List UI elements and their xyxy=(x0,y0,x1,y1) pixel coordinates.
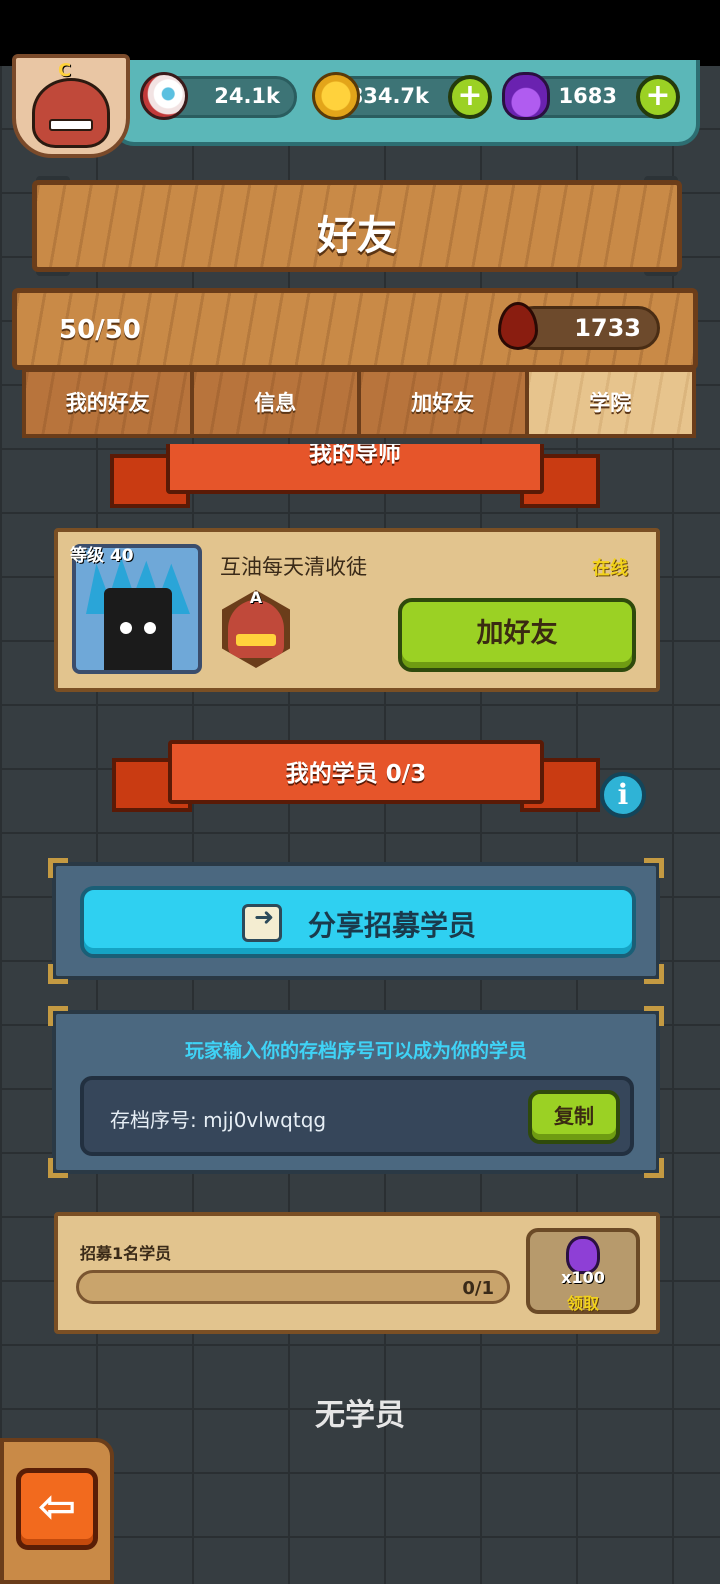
students-section-title: 我的学员 0/3 xyxy=(285,761,427,787)
share-icon xyxy=(242,903,282,942)
blood-value: 1733 xyxy=(574,314,641,342)
task-progress-text: 0/1 xyxy=(462,1278,494,1299)
save-code-hint: 玩家输入你的存档序号可以成为你的学员 xyxy=(184,1040,527,1062)
tab-academy[interactable]: 学院 xyxy=(524,368,696,438)
add-friend-button[interactable]: 加好友 xyxy=(398,598,636,672)
eyeball-value: 24.1k xyxy=(214,84,280,108)
monster-avatar-icon xyxy=(32,78,110,148)
online-status: 在线 xyxy=(592,558,628,579)
tab-messages[interactable]: 信息 xyxy=(189,368,361,438)
info-button[interactable]: i xyxy=(600,772,646,818)
tab-bar: 我的好友 信息 加好友 学院 xyxy=(22,368,696,438)
eyeball-icon xyxy=(140,72,188,120)
potion-icon xyxy=(502,72,550,120)
share-recruit-button[interactable]: 分享招募学员 xyxy=(80,886,636,958)
mentor-name: 互油每天清收徒 xyxy=(220,555,367,579)
mentor-level: 等级 40 xyxy=(70,546,134,566)
page-title: 好友 xyxy=(317,213,397,259)
avatar-rank-badge: C xyxy=(58,60,72,81)
coin-icon xyxy=(312,72,360,120)
students-ribbon: 我的学员 0/3 xyxy=(112,740,600,812)
friend-count: 50/50 xyxy=(59,315,141,345)
title-board: 好友 xyxy=(32,180,682,272)
reward-quantity: x100 xyxy=(561,1268,605,1287)
back-arrow-icon[interactable]: ⇦ xyxy=(16,1468,98,1550)
add-coins-button[interactable]: + xyxy=(448,75,492,119)
add-potions-button[interactable]: + xyxy=(636,75,680,119)
save-code-label: 存档序号: mjj0vlwqtqg xyxy=(110,1108,327,1132)
task-title: 招募1名学员 xyxy=(80,1244,172,1263)
copy-button[interactable]: 复制 xyxy=(528,1090,620,1144)
potion-value: 1683 xyxy=(558,84,617,108)
empty-students-text: 无学员 xyxy=(315,1398,405,1433)
mentor-ribbon: 我的导师 xyxy=(110,444,600,508)
share-recruit-label: 分享招募学员 xyxy=(307,909,476,942)
tab-my-friends[interactable]: 我的好友 xyxy=(22,368,194,438)
tab-add-friend[interactable]: 加好友 xyxy=(357,368,529,438)
coin-value: 834.7k xyxy=(348,84,429,108)
claim-label: 领取 xyxy=(566,1294,599,1313)
player-avatar[interactable]: C xyxy=(12,54,130,158)
